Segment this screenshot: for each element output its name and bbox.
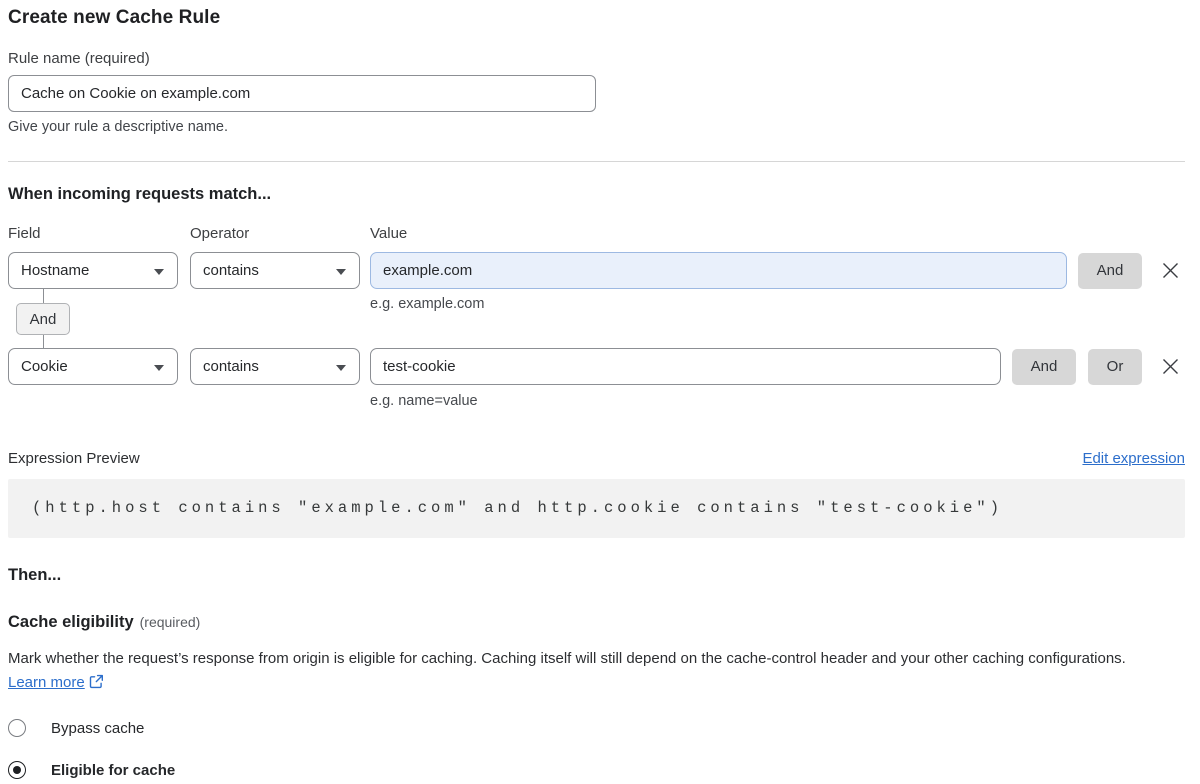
connector-line xyxy=(43,335,44,348)
field-select-value: Hostname xyxy=(21,262,89,279)
external-link-icon xyxy=(89,674,104,689)
connector-line xyxy=(43,289,44,303)
close-icon xyxy=(1162,358,1179,375)
value-input[interactable] xyxy=(370,252,1067,289)
cache-eligibility-title: Cache eligibility xyxy=(8,613,134,631)
operator-column-label: Operator xyxy=(190,225,370,242)
rule-name-input[interactable] xyxy=(8,75,596,112)
rule-name-helper: Give your rule a descriptive name. xyxy=(8,119,1185,135)
chevron-down-icon xyxy=(336,365,346,371)
value-hint: e.g. example.com xyxy=(370,296,484,312)
radio-icon xyxy=(8,719,26,737)
builder-column-labels: Field Operator Value xyxy=(8,225,1185,242)
expression-preview-header: Expression Preview Edit expression xyxy=(8,450,1185,467)
required-note: (required) xyxy=(140,614,201,630)
then-heading: Then... xyxy=(8,566,1185,585)
page-title: Create new Cache Rule xyxy=(8,7,1185,29)
value-hint: e.g. name=value xyxy=(370,393,1185,409)
remove-condition-button[interactable] xyxy=(1157,258,1183,284)
value-column-label: Value xyxy=(370,225,407,242)
connector-band: And e.g. example.com xyxy=(8,289,1185,348)
chevron-down-icon xyxy=(336,269,346,275)
create-cache-rule-page: Create new Cache Rule Rule name (require… xyxy=(8,0,1185,779)
radio-option-label: Bypass cache xyxy=(51,720,144,737)
radio-option-eligible-for-cache[interactable]: Eligible for cache xyxy=(8,761,1185,779)
and-button[interactable]: And xyxy=(1012,349,1076,385)
learn-more-link[interactable]: Learn more xyxy=(8,674,85,691)
expression-code-block: (http.host contains "example.com" and ht… xyxy=(8,479,1185,538)
remove-condition-button[interactable] xyxy=(1157,354,1183,380)
radio-option-bypass-cache[interactable]: Bypass cache xyxy=(8,719,1185,737)
section-divider xyxy=(8,161,1185,162)
radio-icon xyxy=(8,761,26,779)
condition-row: Cookie contains And Or xyxy=(8,348,1185,385)
rule-name-label: Rule name (required) xyxy=(8,50,1185,67)
close-icon xyxy=(1162,262,1179,279)
operator-select-value: contains xyxy=(203,262,259,279)
description-text: Mark whether the request’s response from… xyxy=(8,650,1126,667)
value-input[interactable] xyxy=(370,348,1001,385)
field-column-label: Field xyxy=(8,225,190,242)
or-button[interactable]: Or xyxy=(1088,349,1142,385)
operator-select[interactable]: contains xyxy=(190,252,360,289)
radio-option-label: Eligible for cache xyxy=(51,762,175,779)
and-button[interactable]: And xyxy=(1078,253,1142,289)
expression-preview-label: Expression Preview xyxy=(8,450,140,467)
cache-eligibility-heading: Cache eligibility (required) xyxy=(8,613,1185,632)
cache-eligibility-description: Mark whether the request’s response from… xyxy=(8,647,1168,695)
field-select[interactable]: Cookie xyxy=(8,348,178,385)
condition-connector-and-button[interactable]: And xyxy=(16,303,70,335)
condition-row: Hostname contains And xyxy=(8,252,1185,289)
match-section-heading: When incoming requests match... xyxy=(8,185,1185,204)
field-select-value: Cookie xyxy=(21,358,68,375)
operator-select-value: contains xyxy=(203,358,259,375)
operator-select[interactable]: contains xyxy=(190,348,360,385)
chevron-down-icon xyxy=(154,365,164,371)
chevron-down-icon xyxy=(154,269,164,275)
edit-expression-link[interactable]: Edit expression xyxy=(1082,450,1185,467)
field-select[interactable]: Hostname xyxy=(8,252,178,289)
